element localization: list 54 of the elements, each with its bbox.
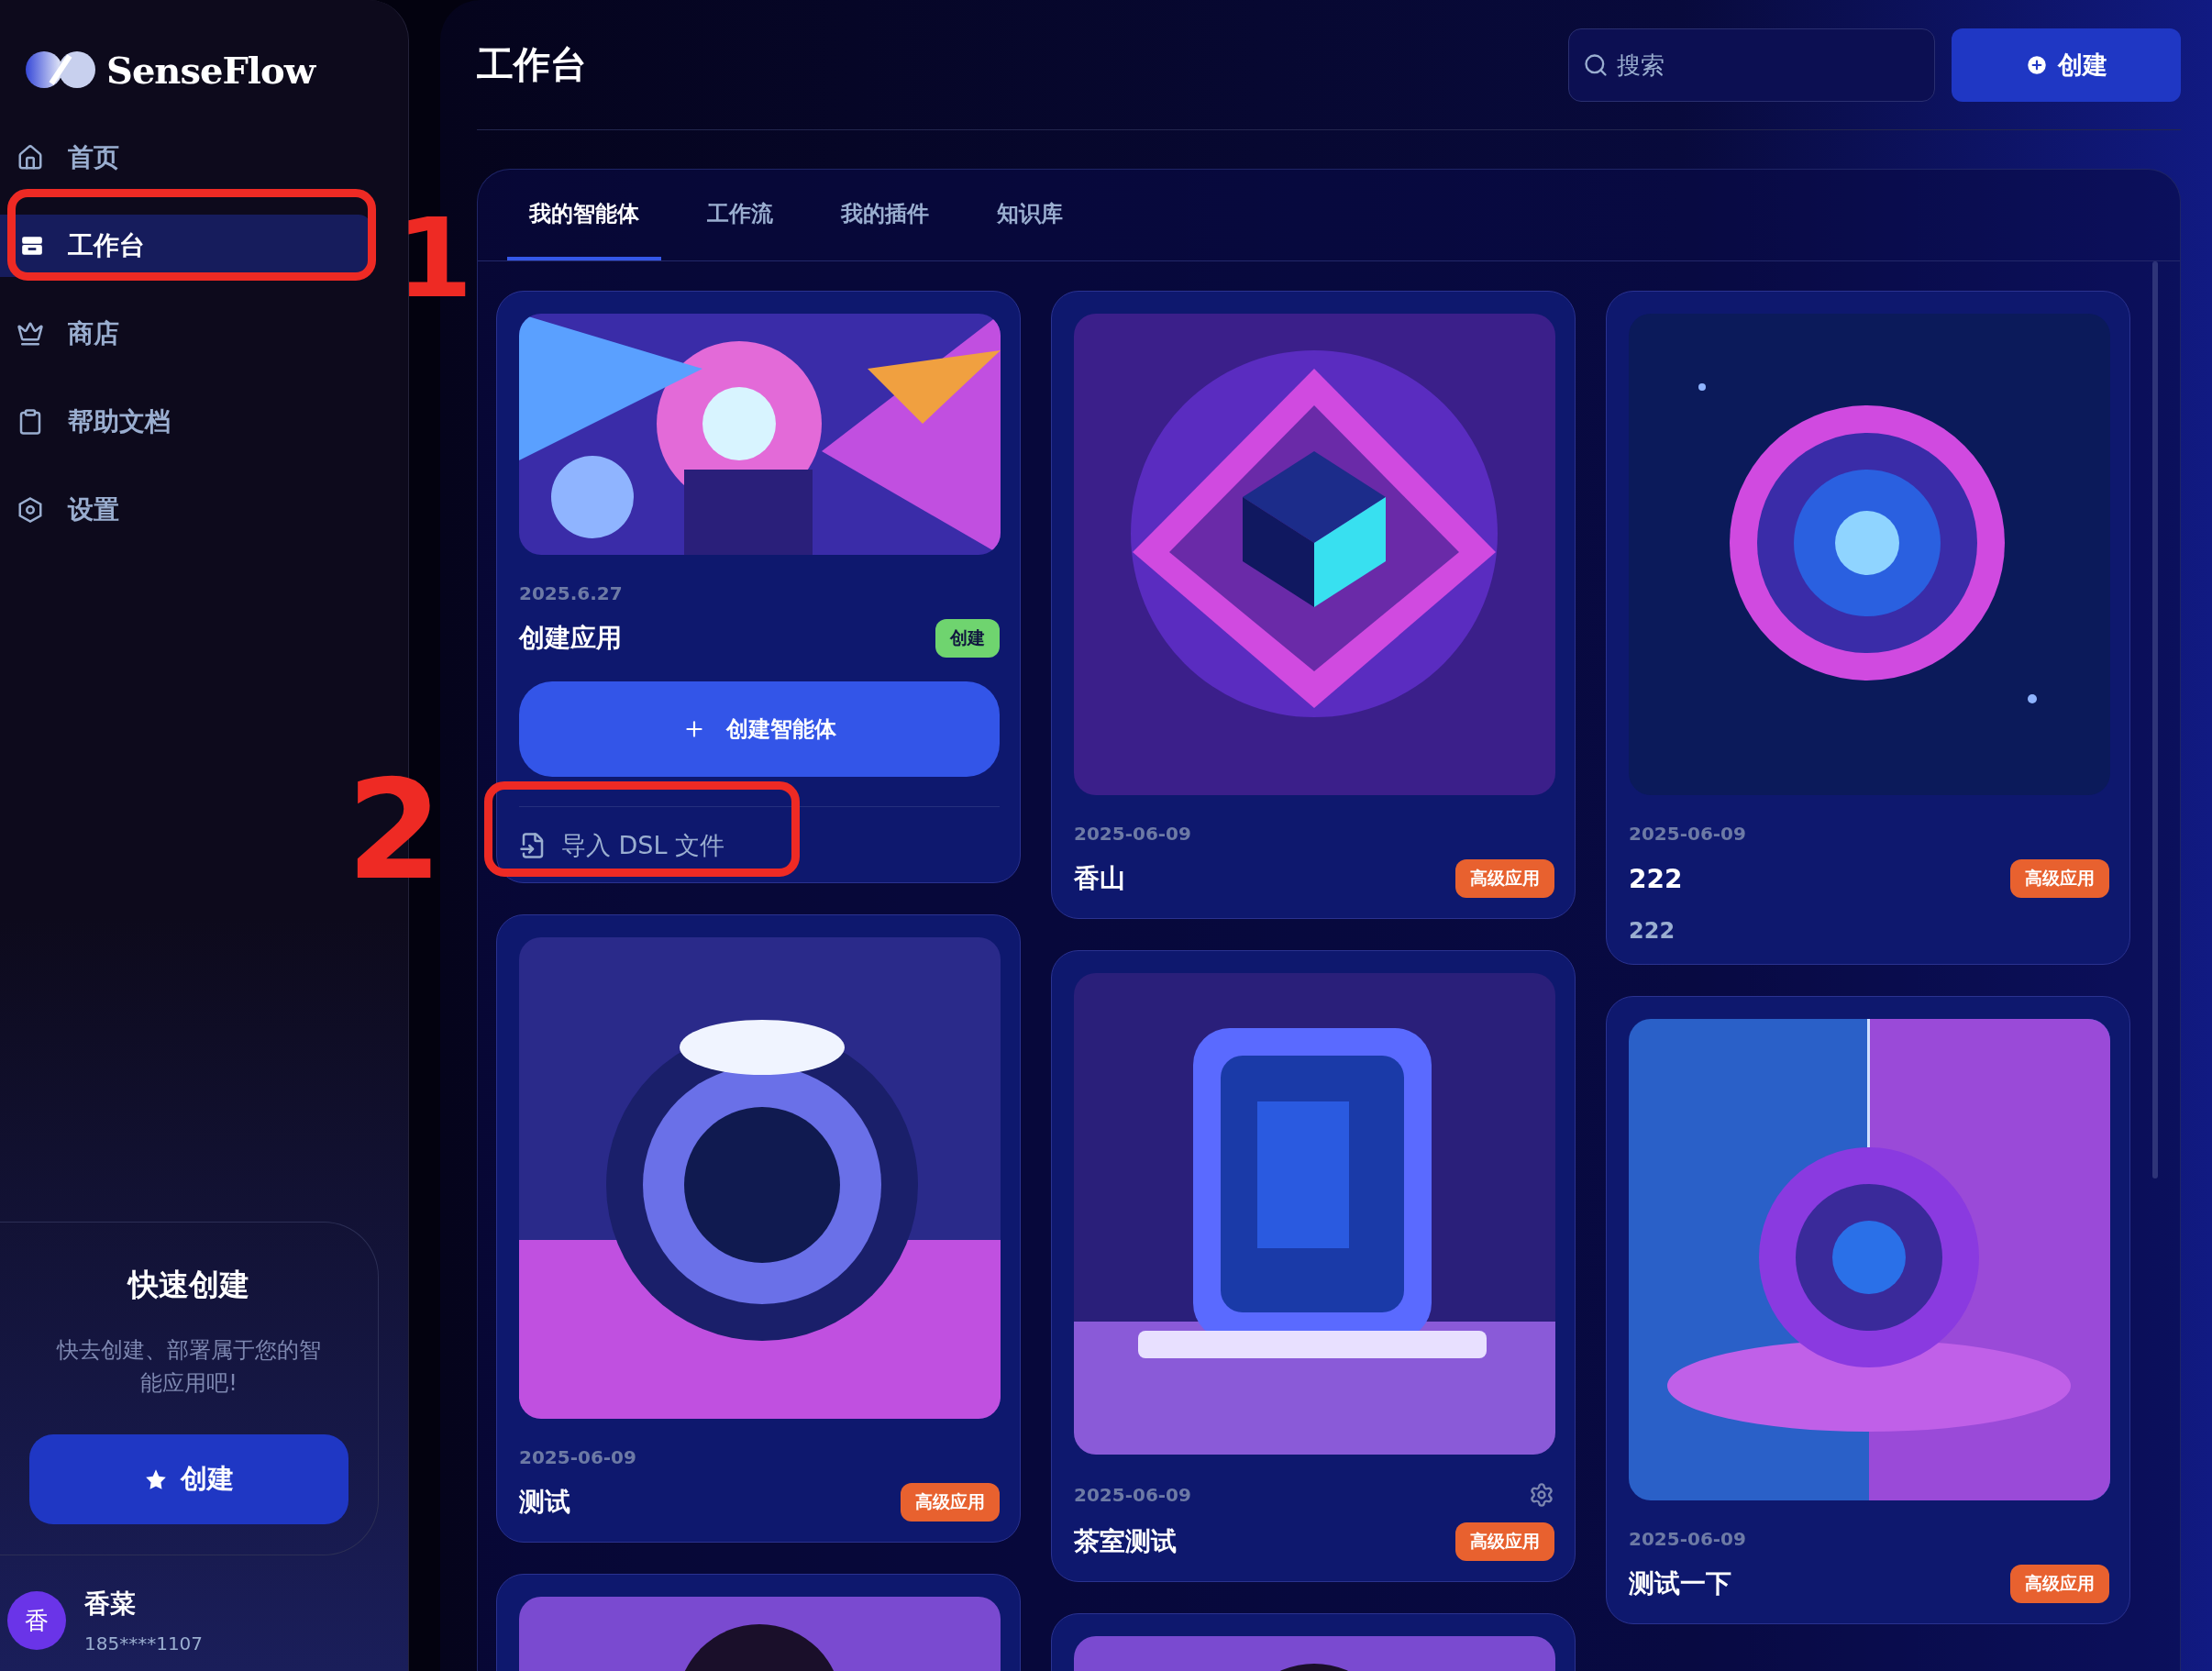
status-badge: 高级应用: [2010, 1565, 2109, 1603]
app-card[interactable]: 2025-06-09 222 高级应用 222: [1606, 291, 2130, 965]
card-title: 测试一下: [1629, 1567, 1731, 1600]
card-date: 2025-06-09: [1629, 823, 1746, 845]
home-icon: [17, 144, 44, 172]
nav-item[interactable]: 帮助文档: [17, 391, 371, 453]
search-icon: [1583, 51, 1609, 78]
card-date: 2025-06-09: [1074, 1484, 1191, 1506]
user-name: 香菜: [84, 1588, 137, 1621]
create-agent-button[interactable]: 创建智能体: [519, 681, 1000, 777]
status-badge: 高级应用: [2010, 859, 2109, 898]
settings-icon[interactable]: [1529, 1482, 1554, 1508]
tab[interactable]: 我的插件: [819, 170, 951, 260]
card-date: 2025-06-09: [519, 1446, 636, 1468]
logo-text: SenseFlow: [106, 48, 315, 92]
status-badge: 高级应用: [1455, 859, 1554, 898]
crown-icon: [17, 320, 44, 348]
status-badge: 创建: [935, 619, 1000, 658]
star-icon: [144, 1467, 168, 1491]
card-title: 茶室测试: [1074, 1525, 1177, 1558]
settings-icon: [17, 496, 44, 524]
card-date: 2025-06-09: [1629, 1528, 1746, 1550]
page-title: 工作台: [477, 42, 588, 87]
create-button[interactable]: 创建: [29, 1434, 348, 1524]
app-card[interactable]: 2025-06-09 测试 高级应用: [496, 914, 1021, 1543]
search-field[interactable]: 搜索: [1568, 28, 1935, 102]
nav-item[interactable]: 设置: [17, 479, 371, 541]
card-title: 测试: [519, 1486, 570, 1519]
card-title: 香山: [1074, 862, 1125, 895]
tab[interactable]: 工作流: [685, 170, 795, 260]
tab[interactable]: 知识库: [975, 170, 1085, 260]
annotation-number: 2: [347, 761, 443, 899]
tab[interactable]: 我的智能体: [507, 170, 661, 260]
card-title: 创建应用: [519, 622, 622, 655]
create-button[interactable]: 创建: [1952, 28, 2181, 102]
card-date: 2025-06-09: [1074, 823, 1191, 845]
card-date: 2025.6.27: [519, 582, 623, 604]
card-description: 222: [1629, 918, 1676, 944]
app-card[interactable]: 2025-06-09 测试一下 高级应用: [1606, 996, 2130, 1624]
status-badge: 高级应用: [901, 1483, 1000, 1522]
import-dsl-link[interactable]: 导入 DSL 文件: [519, 829, 1000, 862]
nav-item[interactable]: 商店: [17, 303, 371, 365]
status-badge: 高级应用: [1455, 1522, 1554, 1561]
annotation-number: 1: [396, 204, 473, 314]
scrollbar[interactable]: [2152, 261, 2158, 1179]
app-card[interactable]: 2025-06-09 香山 高级应用: [1051, 291, 1576, 919]
nav-item[interactable]: 首页: [17, 127, 371, 189]
user-phone: 185****1107: [84, 1632, 204, 1654]
quick-create-title: 快速创建: [128, 1266, 249, 1304]
card-title: 222: [1629, 863, 1683, 894]
drawer-icon: [20, 234, 44, 258]
quick-create-text: 快去创建、部署属于您的智能应用吧!: [55, 1336, 322, 1398]
user-avatar[interactable]: 香: [7, 1591, 66, 1650]
app-card[interactable]: 2025-06-09 茶室测试 高级应用: [1051, 950, 1576, 1582]
